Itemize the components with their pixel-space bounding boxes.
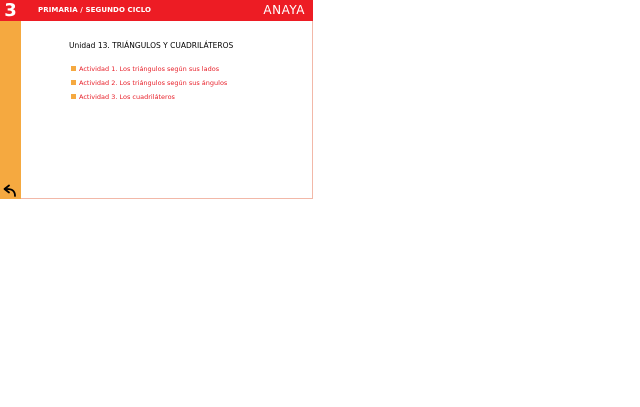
back-button[interactable] <box>2 183 19 197</box>
activity-label: Actividad 1. Los triángulos según sus la… <box>79 65 220 73</box>
bullet-square-icon <box>71 80 76 85</box>
activity-link-1[interactable]: Actividad 1. Los triángulos según sus la… <box>71 60 227 74</box>
unit-title: Unidad 13. TRIÁNGULOS Y CUADRILÁTEROS <box>69 41 234 50</box>
sidebar <box>0 21 21 199</box>
frame-bottom-border <box>21 198 313 199</box>
grade-number: 3 <box>4 0 17 21</box>
bullet-square-icon <box>71 66 76 71</box>
activity-link-2[interactable]: Actividad 2. Los triángulos según sus án… <box>71 74 227 88</box>
activity-label: Actividad 3. Los cuadriláteros <box>79 93 175 101</box>
frame-right-border <box>312 21 313 199</box>
app-frame: 3 PRIMARIA / SEGUNDO CICLO ANAYA Unidad … <box>0 0 313 199</box>
header-bar: 3 PRIMARIA / SEGUNDO CICLO ANAYA <box>0 0 313 21</box>
activity-link-3[interactable]: Actividad 3. Los cuadriláteros <box>71 88 227 102</box>
anaya-logo: ANAYA <box>263 3 305 17</box>
bullet-square-icon <box>71 94 76 99</box>
activity-label: Actividad 2. Los triángulos según sus án… <box>79 79 228 87</box>
activity-list: Actividad 1. Los triángulos según sus la… <box>71 60 227 102</box>
header-title: PRIMARIA / SEGUNDO CICLO <box>38 6 152 14</box>
back-arrow-icon <box>3 184 16 197</box>
